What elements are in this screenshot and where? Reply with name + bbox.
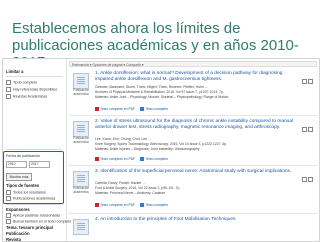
refine-label: Limitar a [6,69,24,74]
result-subjects: Materias: Peroneal Nerve – Anatomy; Cada… [95,191,166,195]
result-source: Archives of Physical Medicine & Rehabili… [95,90,224,94]
divider [6,149,62,150]
preview-icon [308,177,313,182]
result-subjects: Materias: Ankle Injuries – Diagnosis; Jo… [95,147,200,151]
result-title-link[interactable]: 3. Identification of the superficial per… [95,169,295,175]
highlight-box [3,151,64,204]
expanders-label: Expansores [6,207,30,212]
checkbox-icon[interactable] [6,94,11,99]
result-subjects: Materias: Ankle Joint – Physiology; Musc… [95,95,229,99]
pdf-icon [95,157,99,162]
record-actions[interactable] [301,71,313,84]
checkbox-icon[interactable] [6,80,11,85]
result-source: Foot & Ankle Surgery, 2016, Vol 22 Issue… [95,186,181,190]
divider [69,213,317,214]
academic-journal-icon [73,121,89,137]
expander-option[interactable]: Aplicar palabras relacionadas [6,213,60,218]
publication-type-label: Publicación académica [72,186,90,194]
full-text-icon [140,157,145,162]
divider [6,204,62,205]
database-results-screen: Limitar a Texto completo Hay referencias… [2,58,320,242]
full-text-icon [140,203,145,208]
limit-option[interactable]: Revistas Académicas [6,94,47,99]
divider [6,76,62,77]
limit-option[interactable]: Hay referencias disponibles [6,87,57,92]
result-record: Publicación académica 1. Ankle dorsiflex… [69,69,317,115]
full-text-links[interactable]: Texto completo en PDF Texto completo [95,107,168,112]
full-text-icon [140,107,145,112]
divider [69,165,317,166]
checkbox-icon[interactable] [6,87,11,92]
pdf-icon [95,203,99,208]
pdf-icon [95,107,99,112]
limit-option[interactable]: Texto completo [6,80,37,85]
refine-sidebar: Limitar a Texto completo Hay referencias… [3,59,71,241]
publication-label[interactable]: Publicación [6,231,30,236]
result-authors: Gessner, Baumann; Sturm, Theis; Hilgert;… [95,85,209,89]
record-actions[interactable] [301,119,313,132]
publication-type-label: Publicación académica [72,136,90,144]
preview-icon [308,127,313,132]
academic-journal-icon [73,219,89,235]
result-title-link[interactable]: 2. Value of stress ultrasound for the di… [95,119,295,130]
result-title-link[interactable]: 4. An introduction to the principles of … [95,217,295,223]
folder-icon [302,127,307,132]
results-toolbar[interactable]: Relevancia ▾ Opciones de página ▾ Compar… [69,61,317,67]
result-authors: Canella; Darcy; Fewell; Hacker … [95,181,146,185]
results-list: Relevancia ▾ Opciones de página ▾ Compar… [69,61,317,241]
academic-journal-icon [73,171,89,187]
academic-journal-icon [73,73,89,89]
result-record: 4. An introduction to the principles of … [69,215,317,241]
checkbox-icon[interactable] [6,213,11,218]
full-text-links[interactable]: Texto completo en PDF Texto completo [95,203,168,208]
result-source: Knee Surgery, Sports Traumatology, Arthr… [95,142,228,146]
record-actions[interactable] [301,169,313,182]
checkbox-icon[interactable] [6,219,11,224]
publication-type-label: Publicación académica [72,88,90,96]
result-title-link[interactable]: 1. Ankle dorsiflexion: what is normal? D… [95,71,295,82]
folder-icon [302,79,307,84]
subject-label[interactable]: Tema: tesauro principal [6,225,53,230]
expander-option[interactable]: Buscar también en el texto completo [6,219,71,224]
result-record: Publicación académica 3. Identification … [69,167,317,215]
preview-icon [308,79,313,84]
divider [69,115,317,116]
result-authors: Lee, Kwon; Kim; Chung; Choi; Lee … [95,137,152,141]
result-record: Publicación académica 2. Value of stress… [69,117,317,165]
full-text-links[interactable]: Texto completo en PDF Texto completo [95,157,168,162]
folder-icon [302,177,307,182]
